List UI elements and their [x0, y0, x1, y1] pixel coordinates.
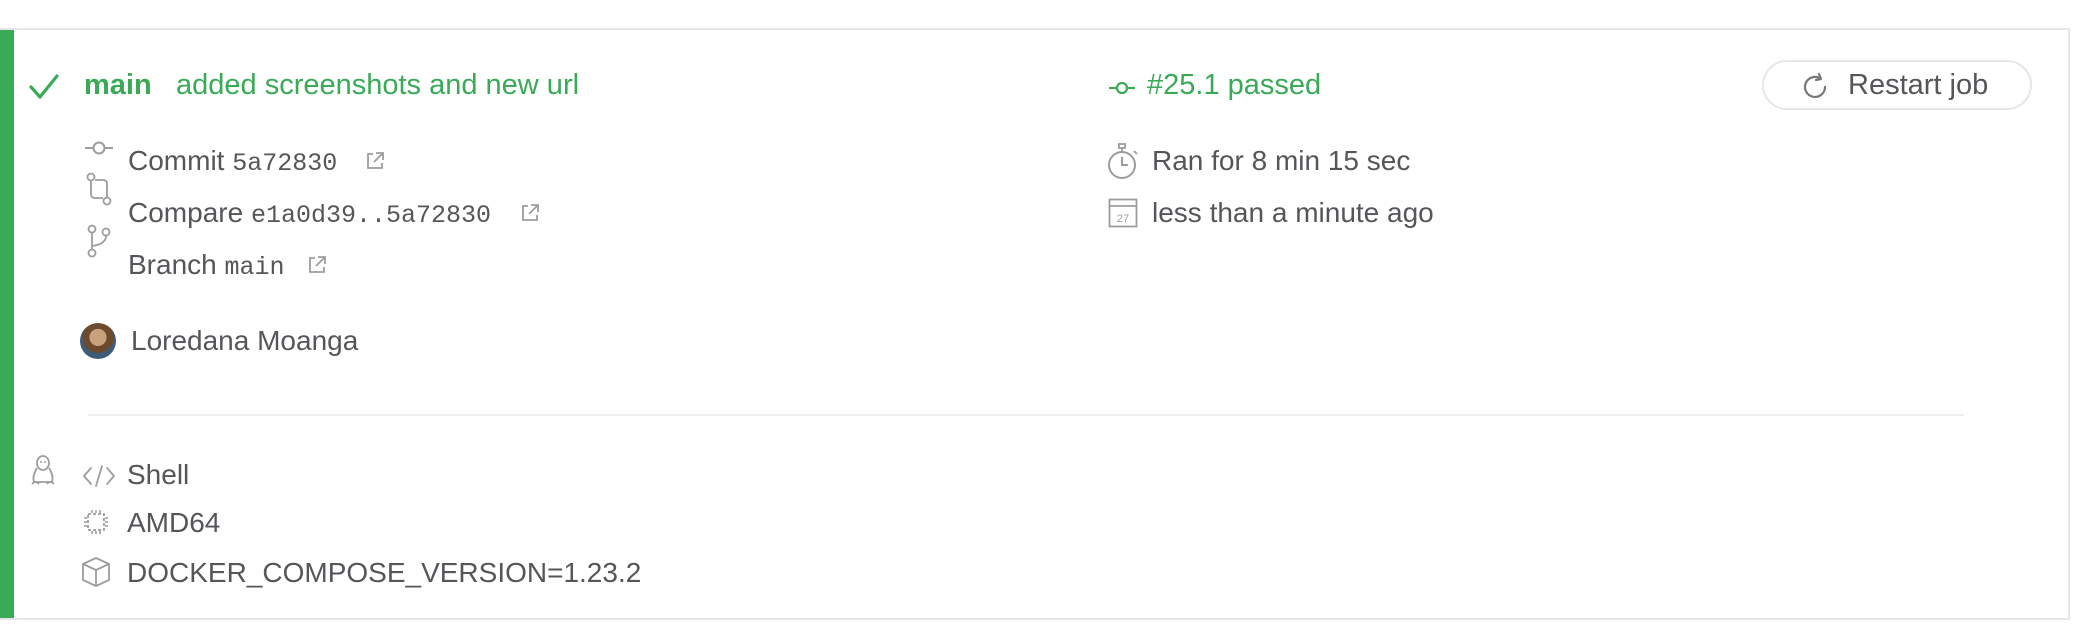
branch-detail-link[interactable]: Branch main	[128, 248, 285, 285]
cpu-icon	[82, 508, 110, 536]
restart-job-button[interactable]: Restart job	[1762, 60, 2032, 110]
restart-job-label: Restart job	[1848, 69, 1989, 101]
external-link-icon[interactable]	[306, 254, 328, 276]
commit-sha: 5a72830	[232, 149, 338, 178]
branch-label: Branch	[128, 249, 217, 280]
commit-label: Commit	[128, 145, 225, 176]
finished-time: less than a minute ago	[1152, 197, 1434, 228]
check-icon	[28, 73, 60, 101]
avatar	[80, 323, 116, 359]
arch-value: AMD64	[127, 507, 221, 538]
commit-link[interactable]: Commit 5a72830	[128, 144, 337, 181]
build-commit-icon	[1108, 78, 1136, 98]
restart-icon	[1800, 72, 1830, 102]
calendar-day: 27	[1117, 213, 1129, 225]
branch-name: main	[224, 253, 285, 282]
package-icon	[80, 556, 112, 588]
language-value: Shell	[127, 459, 190, 490]
linux-tux-icon	[30, 454, 56, 488]
env-value: DOCKER_COMPOSE_VERSION=1.23.2	[127, 557, 642, 588]
compare-range: e1a0d39..5a72830	[250, 201, 491, 230]
commit-icon	[84, 138, 114, 158]
author-name: Loredana Moanga	[131, 325, 359, 356]
job-summary-card: main added screenshots and new url #25.1…	[0, 28, 2070, 620]
branch-icon	[86, 224, 112, 258]
compare-link[interactable]: Compare e1a0d39..5a72830	[128, 196, 491, 233]
compare-icon	[86, 172, 112, 206]
commit-message[interactable]: added screenshots and new url	[176, 68, 579, 102]
compare-label: Compare	[128, 197, 244, 228]
stopwatch-icon	[1106, 142, 1142, 182]
duration-text: Ran for 8 min 15 sec	[1152, 145, 1411, 176]
code-icon	[82, 464, 116, 488]
build-status-link[interactable]: #25.1 passed	[1147, 68, 1321, 102]
branch-link[interactable]: main	[84, 68, 152, 102]
external-link-icon[interactable]	[519, 202, 541, 224]
external-link-icon[interactable]	[364, 150, 386, 172]
status-bar	[0, 30, 14, 618]
divider	[88, 414, 1964, 416]
calendar-icon: 27	[1108, 198, 1138, 228]
